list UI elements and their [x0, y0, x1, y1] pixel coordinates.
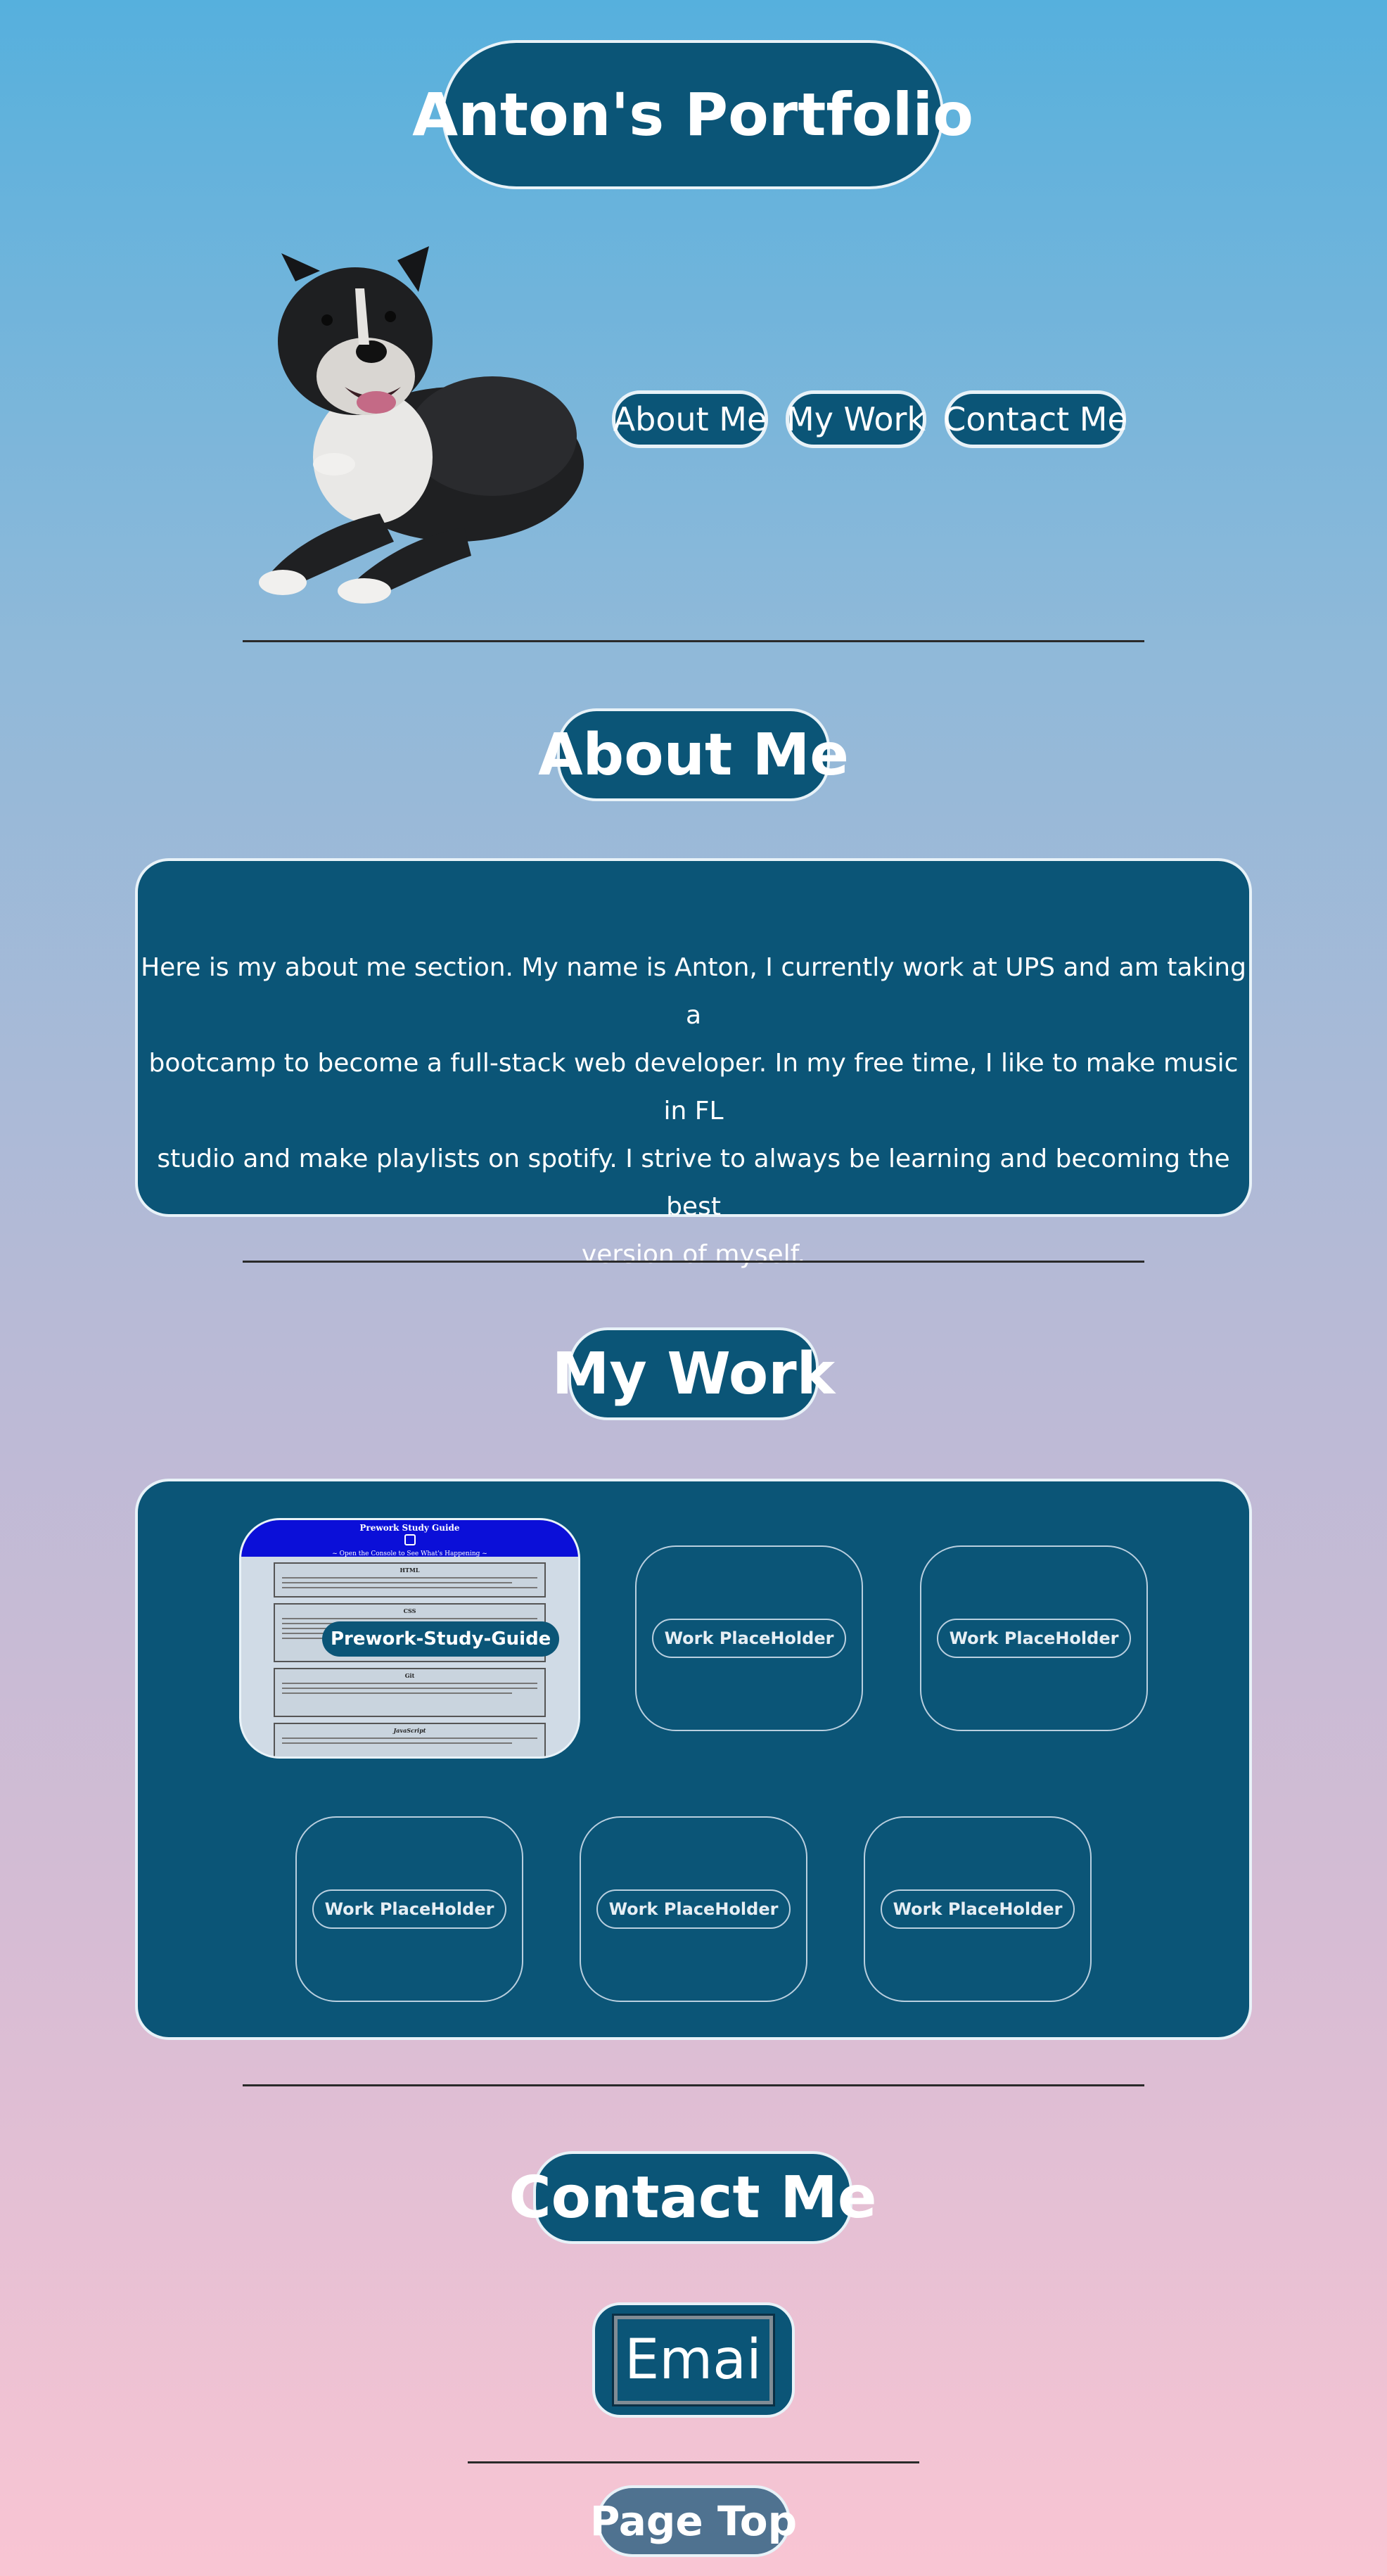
work-heading-text: My Work	[551, 1340, 836, 1408]
thumb-header: Prework Study Guide ~ Open the Console t…	[241, 1520, 578, 1557]
work-placeholder-card[interactable]: Work PlaceHolder	[295, 1816, 523, 2002]
thumb-console-icon	[404, 1534, 416, 1545]
thumb-subtitle: ~ Open the Console to See What's Happeni…	[332, 1550, 487, 1557]
thumb-section-title: HTML	[400, 1567, 420, 1574]
work-heading: My Work	[552, 1327, 835, 1420]
thumb-title: Prework Study Guide	[359, 1523, 460, 1533]
nav-my-work-button[interactable]: My Work	[786, 390, 926, 448]
work-placeholder-label: Work PlaceHolder	[880, 1889, 1075, 1929]
thumb-section: JavaScript	[274, 1723, 546, 1756]
nav-about-me-label: About Me	[613, 400, 767, 438]
contact-heading: Contact Me	[509, 2151, 877, 2244]
work-placeholder-label: Work PlaceHolder	[312, 1889, 507, 1929]
about-panel: Here is my about me section. My name is …	[135, 858, 1252, 1269]
about-heading-text: About Me	[538, 721, 849, 789]
about-line: Here is my about me section. My name is …	[141, 953, 1246, 1030]
about-text: Here is my about me section. My name is …	[138, 944, 1249, 1279]
work-placeholder-card[interactable]: Work PlaceHolder	[580, 1816, 807, 2002]
work-placeholder-label: Work PlaceHolder	[936, 1619, 1132, 1658]
work-placeholder-card[interactable]: Work PlaceHolder	[635, 1545, 863, 1731]
about-line: bootcamp to become a full-stack web deve…	[148, 1049, 1239, 1126]
project-link-prework[interactable]: Prework-Study-Guide	[322, 1621, 560, 1657]
nav-contact-me-button[interactable]: Contact Me	[943, 390, 1127, 448]
page-title: Anton's Portfolio	[412, 40, 973, 189]
divider	[468, 2461, 919, 2463]
divider	[243, 1261, 1144, 1263]
dog-avatar	[239, 239, 598, 605]
divider	[243, 640, 1144, 642]
page-top-button[interactable]: Page Top	[590, 2485, 797, 2557]
thumb-section: HTML	[274, 1562, 546, 1598]
page-top-label: Page Top	[589, 2497, 798, 2545]
thumb-section-title: JavaScript	[393, 1727, 426, 1734]
email-input[interactable]	[612, 2314, 775, 2406]
about-line: version of myself.	[581, 1240, 806, 1269]
divider	[243, 2084, 1144, 2086]
work-placeholder-label: Work PlaceHolder	[651, 1619, 847, 1658]
thumb-section-title: Git	[404, 1672, 415, 1679]
contact-heading-text: Contact Me	[509, 2164, 877, 2231]
about-line: studio and make playlists on spotify. I …	[157, 1144, 1230, 1221]
work-placeholder-card[interactable]: Work PlaceHolder	[864, 1816, 1092, 2002]
about-heading: About Me	[538, 708, 849, 801]
thumb-section: Git	[274, 1668, 546, 1717]
thumb-section-title: CSS	[403, 1607, 416, 1614]
email-container	[592, 2302, 795, 2418]
work-placeholder-label: Work PlaceHolder	[596, 1889, 791, 1929]
work-placeholder-card[interactable]: Work PlaceHolder	[920, 1545, 1148, 1731]
page-title-text: Anton's Portfolio	[412, 80, 973, 149]
nav-contact-me-label: Contact Me	[943, 400, 1127, 438]
nav-about-me-button[interactable]: About Me	[612, 390, 768, 448]
nav-my-work-label: My Work	[786, 400, 926, 438]
